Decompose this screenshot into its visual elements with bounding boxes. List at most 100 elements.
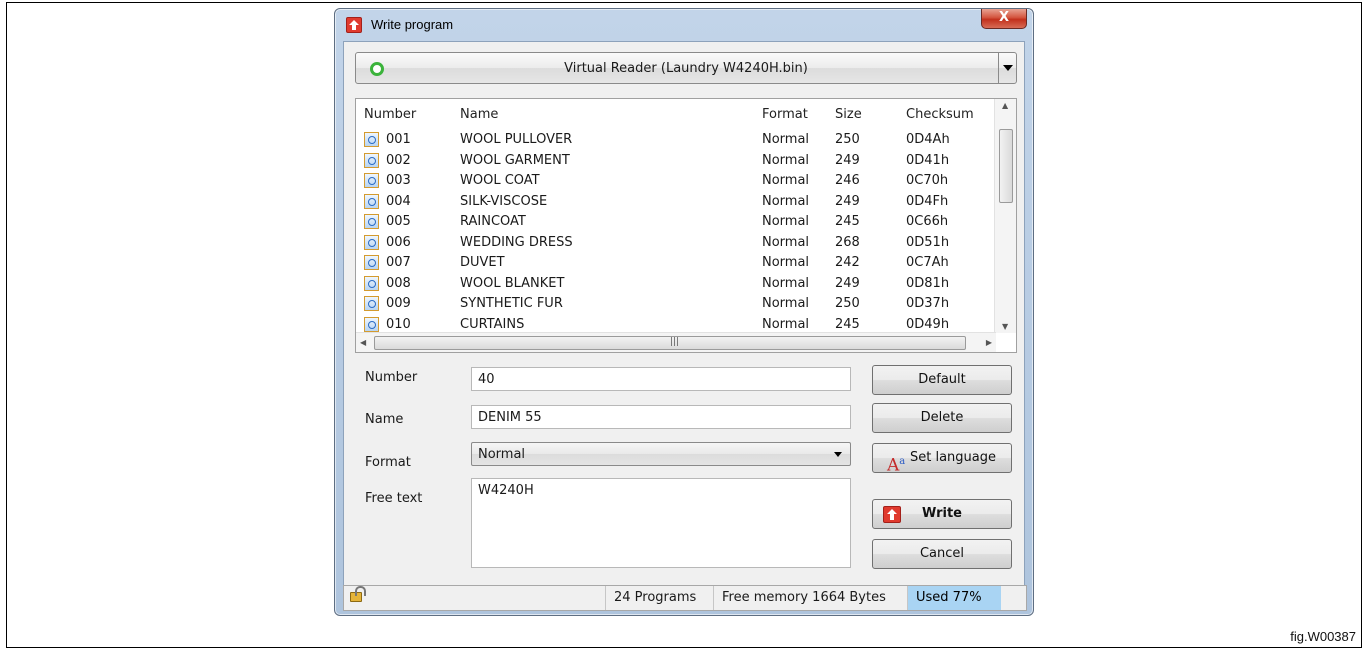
table-row[interactable]: 005 RAINCOAT Normal 245 0C66h [356,212,994,233]
program-icon [364,255,379,270]
program-icon [364,173,379,188]
column-header-name[interactable]: Name [460,107,498,122]
cell-checksum: 0C66h [906,214,949,229]
horizontal-scrollbar[interactable]: ◀ ||| ▶ [356,332,996,352]
format-label: Format [365,455,411,470]
cell-name: SILK-VISCOSE [460,193,548,209]
scroll-right-icon[interactable]: ▶ [986,338,992,347]
cell-format: Normal [762,275,810,291]
cell-size: 250 [835,132,860,147]
delete-button[interactable]: Delete [872,403,1012,433]
cell-number: 010 [386,316,411,332]
cell-size: 249 [835,152,860,168]
table-row[interactable]: 001 WOOL PULLOVER Normal 250 0D4Ah [356,130,994,151]
cell-number: 002 [386,152,411,168]
cell-number: 009 [386,296,411,311]
cell-size: 249 [835,193,860,209]
cell-number: 008 [386,275,411,291]
write-icon [883,506,901,523]
cell-size: 245 [835,316,860,332]
cell-format: Normal [762,132,810,147]
scroll-down-icon[interactable]: ▼ [1002,322,1008,331]
number-label: Number [365,370,418,385]
cell-name: WOOL GARMENT [460,152,570,168]
scroll-left-icon[interactable]: ◀ [360,338,366,347]
table-row[interactable]: 004 SILK-VISCOSE Normal 249 0D4Fh [356,192,994,213]
cell-name: DUVET [460,255,505,270]
horizontal-scroll-thumb[interactable]: ||| [374,336,966,350]
table-row[interactable]: 007 DUVET Normal 242 0C7Ah [356,253,994,274]
device-dropdown-arrow-icon[interactable] [998,53,1016,83]
cell-name: WOOL COAT [460,173,540,188]
cell-checksum: 0D81h [906,275,950,291]
write-button[interactable]: Write [872,499,1012,529]
program-icon [364,296,379,311]
program-list[interactable]: Number Name Format Size Checksum 001 WOOL… [355,98,1017,353]
table-row[interactable]: 003 WOOL COAT Normal 246 0C70h [356,171,994,192]
vertical-scrollbar[interactable]: ▲ ▼ [994,99,1016,333]
cell-number: 006 [386,234,411,250]
column-header-checksum[interactable]: Checksum [906,107,974,122]
free-text-label: Free text [365,491,423,506]
cell-name: WOOL BLANKET [460,275,565,291]
window-title: Write program [371,17,454,32]
cell-name: CURTAINS [460,316,525,332]
cell-format: Normal [762,193,810,209]
cell-checksum: 0C70h [906,173,949,188]
column-header-format[interactable]: Format [762,107,808,122]
write-program-app-icon [346,17,362,33]
cell-checksum: 0C7Ah [906,255,949,270]
device-label: Virtual Reader (Laundry W4240H.bin) [564,61,808,76]
cell-size: 268 [835,234,860,250]
vertical-scroll-thumb[interactable] [999,129,1013,203]
program-icon [364,316,379,332]
cell-name: WEDDING DRESS [460,234,573,250]
cell-checksum: 0D4Fh [906,193,949,209]
cell-name: RAINCOAT [460,214,526,229]
cell-checksum: 0D41h [906,152,950,168]
window-client-area: Virtual Reader (Laundry W4240H.bin) Numb… [343,41,1025,608]
free-text-area[interactable]: W4240H [471,478,851,568]
table-row[interactable]: 008 WOOL BLANKET Normal 249 0D81h [356,274,994,295]
cell-size: 250 [835,296,860,311]
default-button[interactable]: Default [872,365,1012,395]
title-bar: Write program X [335,9,1033,41]
cell-checksum: 0D37h [906,296,950,311]
table-row[interactable]: 002 WOOL GARMENT Normal 249 0D41h [356,151,994,172]
column-header-size[interactable]: Size [835,107,862,122]
cancel-button[interactable]: Cancel [872,539,1012,569]
table-row[interactable]: 009 SYNTHETIC FUR Normal 250 0D37h [356,294,994,315]
device-selector[interactable]: Virtual Reader (Laundry W4240H.bin) [355,52,1017,84]
format-select[interactable]: Normal [471,442,851,466]
cell-checksum: 0D51h [906,234,950,250]
cell-format: Normal [762,214,810,229]
program-icon [364,152,379,168]
cell-number: 001 [386,132,411,147]
write-label: Write [921,506,962,521]
lock-icon [350,586,366,602]
programs-count: 24 Programs [605,586,713,610]
status-bar: 24 Programs Free memory 1664 Bytes Used … [343,585,1027,611]
program-list-header: Number Name Format Size Checksum [356,99,994,129]
cell-number: 004 [386,193,411,209]
cell-checksum: 0D4Ah [906,132,950,147]
column-header-number[interactable]: Number [364,107,416,122]
name-label: Name [365,412,404,427]
set-language-button[interactable]: Aa Set language [872,443,1012,476]
close-button[interactable]: X [981,9,1027,29]
scroll-up-icon[interactable]: ▲ [1002,101,1008,110]
used-memory: Used 77% [907,586,1001,610]
cell-number: 007 [386,255,411,270]
cell-size: 245 [835,214,860,229]
figure-label: fig.W00387 [1290,629,1356,644]
cell-number: 005 [386,214,411,229]
cell-format: Normal [762,152,810,168]
cell-number: 003 [386,173,411,188]
table-row[interactable]: 006 WEDDING DRESS Normal 268 0D51h [356,233,994,254]
cell-size: 249 [835,275,860,291]
language-icon: Aa [887,455,906,476]
name-input[interactable]: DENIM 55 [471,405,851,429]
free-memory: Free memory 1664 Bytes [713,586,907,610]
number-input[interactable]: 40 [471,367,851,391]
program-icon [364,234,379,250]
